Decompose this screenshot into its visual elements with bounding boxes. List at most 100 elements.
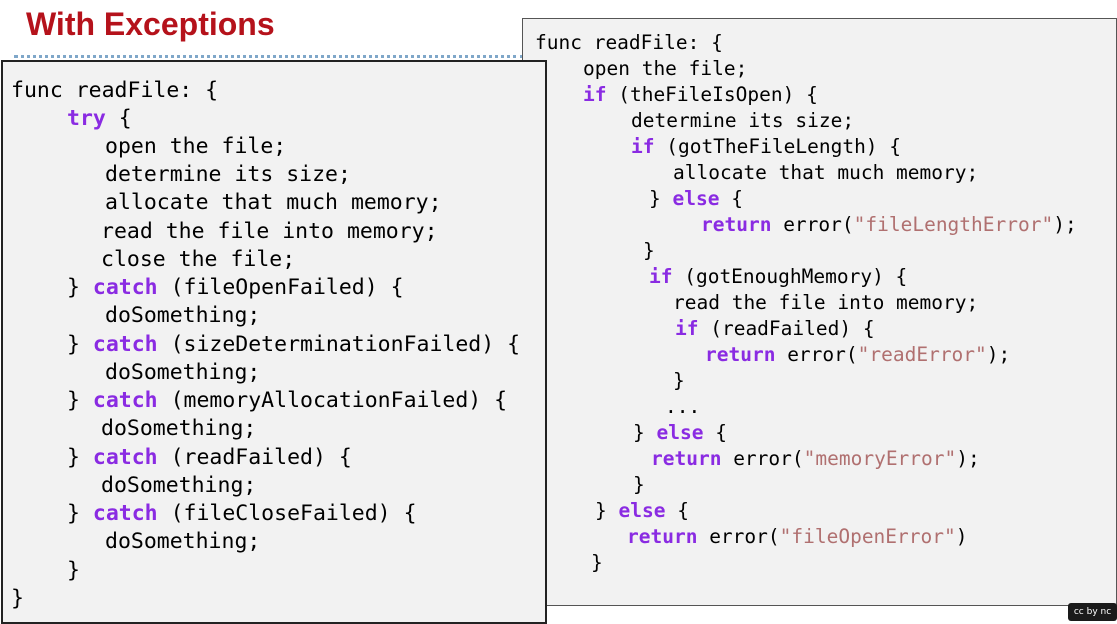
left-code-line: func readFile: { <box>11 78 218 103</box>
code-text: } <box>67 558 80 583</box>
string-literal: "fileOpenError" <box>779 525 956 548</box>
code-text: } <box>643 239 655 262</box>
code-text: } <box>67 388 93 413</box>
code-text: allocate that much memory; <box>673 161 979 184</box>
code-text: error( <box>775 343 858 366</box>
code-text: } <box>595 499 619 522</box>
left-code-line: } <box>11 586 24 611</box>
code-text: read the file into memory; <box>101 219 438 244</box>
keyword: try <box>67 106 106 131</box>
code-text: error( <box>771 213 854 236</box>
code-text: } <box>633 421 657 444</box>
code-text: determine its size; <box>631 109 855 132</box>
left-code-line: doSomething; <box>101 416 256 441</box>
code-text: allocate that much memory; <box>105 190 442 215</box>
right-code-line: if (theFileIsOpen) { <box>583 83 818 106</box>
code-text: (readFailed) { <box>157 445 352 470</box>
keyword: if <box>649 265 673 288</box>
code-text: { <box>719 187 743 210</box>
right-code-line: if (gotEnoughMemory) { <box>649 265 907 288</box>
code-text: (gotEnoughMemory) { <box>672 265 908 288</box>
string-literal: "memoryError" <box>803 447 957 470</box>
string-literal: "readError" <box>857 343 987 366</box>
right-code-line: ... <box>665 395 700 418</box>
keyword: else <box>672 187 720 210</box>
left-code-line: } catch (readFailed) { <box>67 445 352 470</box>
code-text: } <box>67 501 93 526</box>
code-text: } <box>633 473 645 496</box>
left-code-line: close the file; <box>101 247 295 272</box>
code-text: (sizeDeterminationFailed) { <box>157 332 521 357</box>
right-code-line: read the file into memory; <box>673 291 978 314</box>
code-text: (fileOpenFailed) { <box>157 275 404 300</box>
code-text: } <box>673 369 685 392</box>
code-text: ) <box>955 525 968 548</box>
right-code-line: if (readFailed) { <box>675 317 875 340</box>
code-text: determine its size; <box>105 162 351 187</box>
code-text: { <box>665 499 689 522</box>
keyword: catch <box>92 388 158 413</box>
left-code-line: } <box>67 558 80 583</box>
code-text: read the file into memory; <box>673 291 979 314</box>
code-text: (fileCloseFailed) { <box>157 501 417 526</box>
code-text: } <box>11 586 24 611</box>
keyword: else <box>618 499 666 522</box>
code-box-without-exceptions: func readFile: { open the file; if (theFil… <box>522 18 1117 606</box>
code-text: close the file; <box>101 247 296 272</box>
right-code-line: func readFile: { <box>535 31 723 54</box>
right-code-line: return error("memoryError"); <box>651 447 980 470</box>
creative-commons-badge: cc by nc <box>1068 603 1117 621</box>
keyword: return <box>705 343 776 366</box>
code-text: doSomething; <box>101 416 257 441</box>
left-code-line: read the file into memory; <box>101 219 438 244</box>
right-code-line: if (gotTheFileLength) { <box>631 135 901 158</box>
left-code-line: allocate that much memory; <box>105 190 442 215</box>
right-code-line: determine its size; <box>631 109 854 132</box>
right-code-line: return error("fileLengthError"); <box>701 213 1077 236</box>
code-text: (theFileIsOpen) { <box>606 83 818 106</box>
left-code-line: } catch (sizeDeterminationFailed) { <box>67 332 520 357</box>
code-box-with-exceptions: func readFile: { try { open the file; deter… <box>1 60 547 624</box>
code-text: } <box>591 551 603 574</box>
left-code-line: open the file; <box>105 134 286 159</box>
code-text: (gotTheFileLength) { <box>654 135 902 158</box>
left-code-line: } catch (fileCloseFailed) { <box>67 501 417 526</box>
code-text: ... <box>665 395 701 418</box>
keyword: catch <box>92 501 158 526</box>
code-text: open the file; <box>583 57 748 80</box>
keyword: return <box>701 213 772 236</box>
keyword: if <box>631 135 655 158</box>
code-text: error( <box>697 525 780 548</box>
keyword: if <box>675 317 699 340</box>
left-code-line: try { <box>67 106 132 131</box>
code-text: doSomething; <box>105 360 261 385</box>
left-code-line: doSomething; <box>101 473 256 498</box>
code-text: doSomething; <box>101 473 257 498</box>
slide-title: With Exceptions <box>26 6 275 42</box>
keyword: catch <box>92 332 158 357</box>
code-text: func readFile: { <box>535 31 723 54</box>
right-code-line: } else { <box>649 187 743 210</box>
code-text: } <box>67 275 93 300</box>
code-text: open the file; <box>105 134 287 159</box>
code-text: doSomething; <box>105 303 261 328</box>
left-code-line: doSomething; <box>105 529 260 554</box>
keyword: catch <box>92 445 158 470</box>
title-divider <box>14 55 524 58</box>
code-text: } <box>67 445 93 470</box>
code-text: } <box>67 332 93 357</box>
keyword: catch <box>92 275 158 300</box>
keyword: return <box>627 525 698 548</box>
left-code-line: } catch (fileOpenFailed) { <box>67 275 404 300</box>
string-literal: "fileLengthError" <box>853 213 1054 236</box>
code-text: func readFile: { <box>11 78 219 103</box>
code-text: error( <box>721 447 804 470</box>
code-text: } <box>649 187 673 210</box>
right-code-line: } else { <box>595 499 689 522</box>
right-code-line: } <box>591 551 603 574</box>
code-text: ); <box>986 343 1011 366</box>
right-code-line: return error("fileOpenError") <box>627 525 968 548</box>
code-text: { <box>703 421 727 444</box>
code-text: (readFailed) { <box>698 317 875 340</box>
right-code-line: } <box>673 369 685 392</box>
